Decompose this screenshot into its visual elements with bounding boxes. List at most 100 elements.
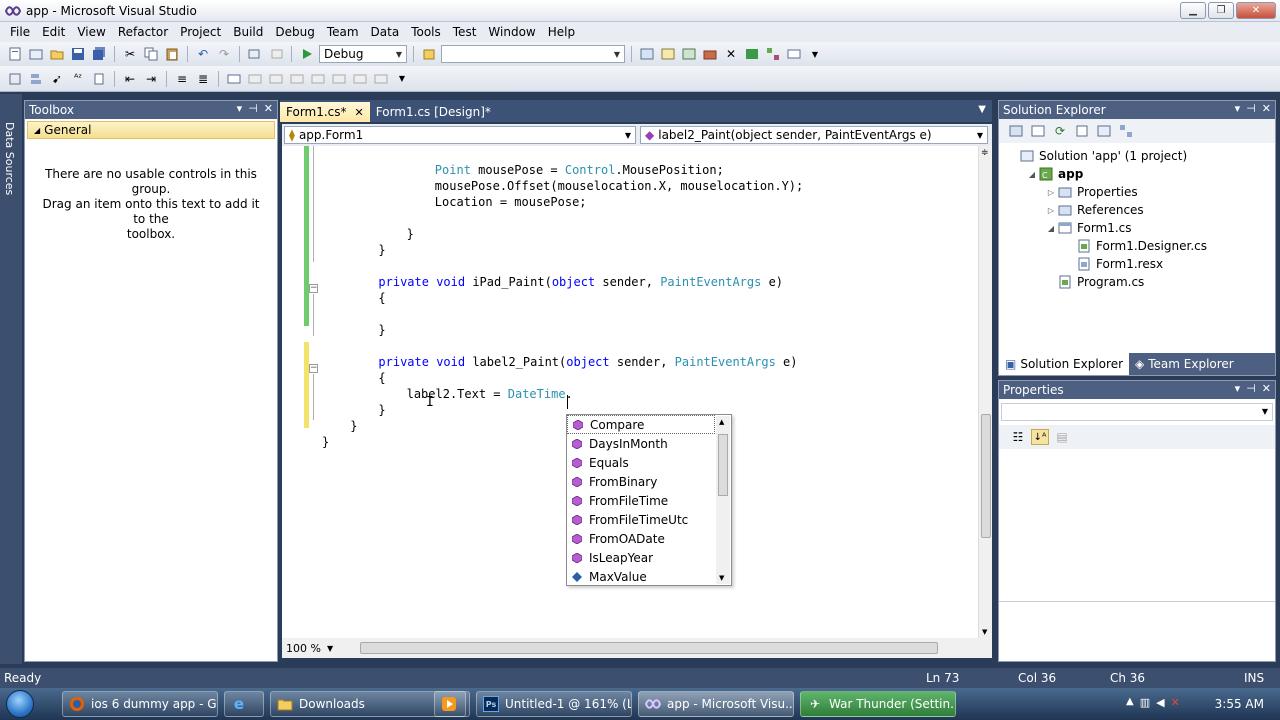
close-icon[interactable]: ✕: [1262, 102, 1271, 115]
taskbar-item-ie[interactable]: e: [224, 691, 264, 717]
show-all-files-icon[interactable]: [1029, 123, 1047, 139]
scrollbar-thumb[interactable]: [718, 434, 728, 496]
prev-bookmark-doc-icon[interactable]: [330, 71, 348, 87]
completion-item[interactable]: IsLeapYear: [567, 548, 715, 567]
collapse-triangle-icon[interactable]: ◢: [1045, 224, 1057, 233]
alphabetical-icon[interactable]: ↓ᴬ: [1031, 429, 1049, 445]
completion-item[interactable]: FromBinary: [567, 472, 715, 491]
menu-data[interactable]: Data: [365, 22, 406, 42]
redo-icon[interactable]: ↷: [215, 46, 233, 62]
pin-icon[interactable]: ⊣: [1246, 382, 1256, 395]
tree-item[interactable]: ◢ Form1.cs: [999, 219, 1275, 237]
align-lefts-icon[interactable]: [27, 71, 45, 87]
minimize-button[interactable]: ▁: [1180, 2, 1206, 19]
completion-item[interactable]: DaysInMonth: [567, 434, 715, 453]
clock[interactable]: 3:55 AM: [1215, 697, 1264, 711]
close-icon[interactable]: ✕: [355, 106, 364, 119]
editor-vertical-scrollbar[interactable]: ≑ ▼: [978, 146, 992, 638]
copy-icon[interactable]: [142, 46, 160, 62]
tree-item[interactable]: ◢ Capp: [999, 165, 1275, 183]
undo-icon[interactable]: ↶: [194, 46, 212, 62]
completion-list-scrollbar[interactable]: ▲ ▼: [716, 416, 730, 584]
menu-refactor[interactable]: Refactor: [112, 22, 174, 42]
tree-item[interactable]: ▷ References: [999, 201, 1275, 219]
menu-help[interactable]: Help: [542, 22, 581, 42]
menu-team[interactable]: Team: [321, 22, 365, 42]
start-debugging-icon[interactable]: [298, 46, 316, 62]
view-class-diagram-icon[interactable]: [1117, 123, 1135, 139]
scroll-down-icon[interactable]: ▼: [982, 628, 987, 636]
menu-tools[interactable]: Tools: [405, 22, 447, 42]
tree-item[interactable]: Form1.resx: [999, 255, 1275, 273]
tab-list-dropdown-icon[interactable]: ▼: [978, 104, 986, 115]
completion-item[interactable]: FromFileTimeUtc: [567, 510, 715, 529]
menu-debug[interactable]: Debug: [269, 22, 320, 42]
tab-form1-cs[interactable]: Form1.cs* ✕: [280, 102, 370, 122]
object-browser-icon[interactable]: [680, 46, 698, 62]
toolbox-group-general[interactable]: ◢ General: [27, 121, 275, 139]
property-pages-icon[interactable]: ▤: [1053, 429, 1071, 445]
scrollbar-thumb[interactable]: [360, 642, 938, 654]
view-designer-icon[interactable]: [1095, 123, 1113, 139]
taskbar-item-firefox[interactable]: ios 6 dummy app - G...: [62, 691, 218, 717]
data-sources-side-tab[interactable]: Data Sources: [0, 94, 22, 664]
start-button[interactable]: [0, 688, 40, 720]
add-item-icon[interactable]: [27, 46, 45, 62]
properties-window-icon[interactable]: [659, 46, 677, 62]
paste-icon[interactable]: [163, 46, 181, 62]
align-to-grid-icon[interactable]: [6, 71, 24, 87]
decrease-indent-icon[interactable]: ⇤: [121, 71, 139, 87]
menu-test[interactable]: Test: [447, 22, 483, 42]
menu-build[interactable]: Build: [227, 22, 269, 42]
completion-item[interactable]: Compare: [567, 415, 715, 434]
volume-muted-icon[interactable]: ✕: [1171, 696, 1180, 709]
editor-horizontal-scrollbar[interactable]: [360, 642, 980, 654]
solution-explorer-icon[interactable]: [638, 46, 656, 62]
taskbar-item-visual-studio[interactable]: app - Microsoft Visu...: [638, 691, 794, 717]
comment-lines-icon[interactable]: ≡: [173, 71, 191, 87]
next-bookmark-folder-icon[interactable]: [309, 71, 327, 87]
completion-item[interactable]: Equals: [567, 453, 715, 472]
menu-edit[interactable]: Edit: [36, 22, 71, 42]
class-combo[interactable]: ⧫ app.Form1 ▼: [284, 126, 636, 144]
uncomment-lines-icon[interactable]: ≣: [194, 71, 212, 87]
clear-bookmarks-icon[interactable]: [372, 71, 390, 87]
bookmark-icon[interactable]: [90, 71, 108, 87]
menu-view[interactable]: View: [71, 22, 111, 42]
next-bookmark-icon[interactable]: [267, 71, 285, 87]
solution-configuration-combo[interactable]: Debug ▼: [319, 45, 407, 63]
navigate-forward-icon[interactable]: [267, 46, 285, 62]
completion-item[interactable]: FromOADate: [567, 529, 715, 548]
scrollbar-thumb[interactable]: [981, 414, 991, 538]
menu-window[interactable]: Window: [482, 22, 541, 42]
cut-icon[interactable]: ✂: [121, 46, 139, 62]
close-window-button[interactable]: ✕: [1236, 2, 1276, 19]
categorized-icon[interactable]: ☷: [1009, 429, 1027, 445]
tab-form1-design[interactable]: Form1.cs [Design]*: [370, 102, 497, 122]
scroll-down-icon[interactable]: ▼: [719, 574, 724, 582]
network-icon[interactable]: ▥: [1140, 696, 1150, 709]
menu-file[interactable]: File: [4, 22, 36, 42]
menu-project[interactable]: Project: [174, 22, 227, 42]
toolbar-options-icon[interactable]: ▼: [393, 71, 411, 87]
taskbar-item-media-player[interactable]: [434, 691, 470, 717]
toggle-bookmark-icon[interactable]: [225, 71, 243, 87]
expand-triangle-icon[interactable]: ▷: [1045, 188, 1057, 197]
taskbar-item-photoshop[interactable]: Ps Untitled-1 @ 161% (L...: [476, 691, 632, 717]
open-file-icon[interactable]: [48, 46, 66, 62]
close-icon[interactable]: ✕: [1262, 382, 1271, 395]
tree-item[interactable]: Form1.Designer.cs: [999, 237, 1275, 255]
window-position-icon[interactable]: ▾: [237, 102, 243, 115]
start-page-icon[interactable]: [743, 46, 761, 62]
next-bookmark-doc-icon[interactable]: [351, 71, 369, 87]
properties-icon[interactable]: [1007, 123, 1025, 139]
show-hidden-icons-icon[interactable]: ▲: [1126, 696, 1134, 709]
collapse-toggle-icon[interactable]: −: [309, 364, 318, 373]
new-project-icon[interactable]: [6, 46, 24, 62]
split-handle-icon[interactable]: ≑: [981, 148, 989, 158]
object-selector-combo[interactable]: ▼: [1001, 403, 1273, 421]
refresh-icon[interactable]: ⟳: [1051, 123, 1069, 139]
prev-bookmark-folder-icon[interactable]: [288, 71, 306, 87]
zoom-combo[interactable]: 100 % ▼: [282, 639, 342, 657]
maximize-button[interactable]: ❐: [1208, 2, 1234, 19]
